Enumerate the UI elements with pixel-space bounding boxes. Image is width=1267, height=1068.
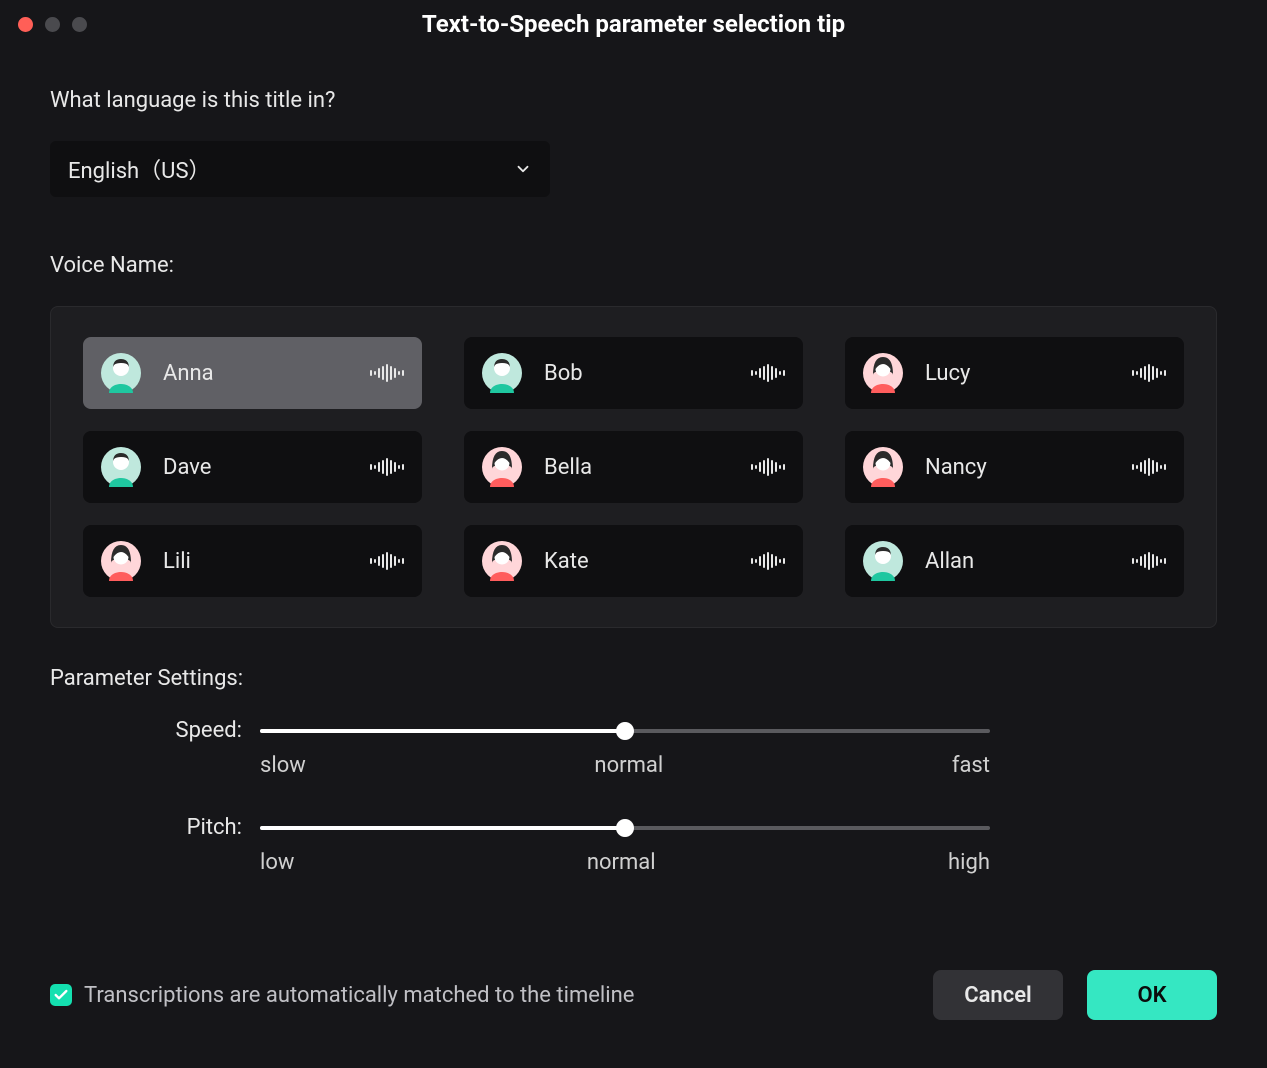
checkbox-checked-icon[interactable] <box>50 984 72 1006</box>
voice-card-lili[interactable]: Lili <box>83 525 422 597</box>
avatar-icon <box>101 353 141 393</box>
voice-name-label: Anna <box>163 361 348 386</box>
avatar-icon <box>482 447 522 487</box>
avatar-icon <box>482 541 522 581</box>
maximize-window-icon[interactable] <box>72 17 87 32</box>
pitch-slider-thumb[interactable] <box>616 819 634 837</box>
waveform-icon[interactable] <box>370 552 404 570</box>
waveform-icon[interactable] <box>370 458 404 476</box>
voice-card-anna[interactable]: Anna <box>83 337 422 409</box>
voice-name-label: Dave <box>163 455 348 480</box>
waveform-icon[interactable] <box>1132 458 1166 476</box>
voice-name-label: Allan <box>925 549 1110 574</box>
voice-card-nancy[interactable]: Nancy <box>845 431 1184 503</box>
window-controls <box>18 17 87 32</box>
voice-card-bob[interactable]: Bob <box>464 337 803 409</box>
voice-card-allan[interactable]: Allan <box>845 525 1184 597</box>
avatar-icon <box>863 541 903 581</box>
voice-name-label: Bella <box>544 455 729 480</box>
speed-slider[interactable] <box>260 719 990 743</box>
voice-name-label: Bob <box>544 361 729 386</box>
voice-name-label: Lili <box>163 549 348 574</box>
cancel-button[interactable]: Cancel <box>933 970 1063 1020</box>
avatar-icon <box>101 447 141 487</box>
voice-card-dave[interactable]: Dave <box>83 431 422 503</box>
waveform-icon[interactable] <box>751 458 785 476</box>
ok-button[interactable]: OK <box>1087 970 1217 1020</box>
avatar-icon <box>482 353 522 393</box>
voice-name-label: Nancy <box>925 455 1110 480</box>
language-label: What language is this title in? <box>50 88 1217 113</box>
chevron-down-icon <box>514 160 532 178</box>
waveform-icon[interactable] <box>370 364 404 382</box>
voice-name-label: Voice Name: <box>50 253 1217 278</box>
voice-card-lucy[interactable]: Lucy <box>845 337 1184 409</box>
language-select[interactable]: English（US） <box>50 141 550 197</box>
pitch-slider[interactable] <box>260 816 990 840</box>
pitch-label: Pitch: <box>50 816 260 840</box>
waveform-icon[interactable] <box>1132 552 1166 570</box>
titlebar: Text-to-Speech parameter selection tip <box>0 0 1267 48</box>
voice-name-label: Kate <box>544 549 729 574</box>
auto-match-checkbox-row[interactable]: Transcriptions are automatically matched… <box>50 983 634 1008</box>
avatar-icon <box>863 447 903 487</box>
minimize-window-icon[interactable] <box>45 17 60 32</box>
speed-label: Speed: <box>50 719 260 743</box>
voice-card-bella[interactable]: Bella <box>464 431 803 503</box>
window-title: Text-to-Speech parameter selection tip <box>422 10 845 38</box>
waveform-icon[interactable] <box>751 552 785 570</box>
language-selected-value: English（US） <box>68 153 211 185</box>
waveform-icon[interactable] <box>751 364 785 382</box>
speed-tick-labels: slow normal fast <box>260 753 990 778</box>
voice-card-kate[interactable]: Kate <box>464 525 803 597</box>
speed-slider-thumb[interactable] <box>616 722 634 740</box>
close-window-icon[interactable] <box>18 17 33 32</box>
voice-grid-container: Anna Bob Lucy Dave <box>50 306 1217 628</box>
avatar-icon <box>101 541 141 581</box>
voice-name-label: Lucy <box>925 361 1110 386</box>
pitch-tick-labels: low normal high <box>260 850 990 875</box>
waveform-icon[interactable] <box>1132 364 1166 382</box>
auto-match-label: Transcriptions are automatically matched… <box>84 983 634 1008</box>
parameter-settings-label: Parameter Settings: <box>50 666 1217 691</box>
avatar-icon <box>863 353 903 393</box>
